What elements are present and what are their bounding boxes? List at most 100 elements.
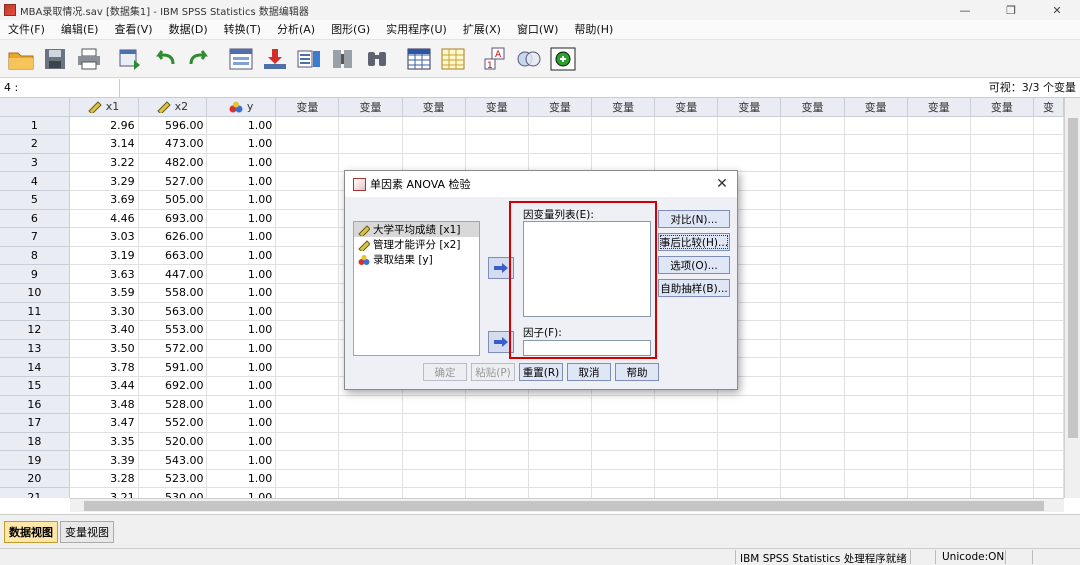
data-cell[interactable]: 482.00 <box>138 153 208 173</box>
empty-cell[interactable] <box>1034 414 1064 433</box>
data-cell[interactable]: 3.29 <box>69 172 139 191</box>
data-cell[interactable]: 3.63 <box>69 265 139 284</box>
row-number[interactable]: 19 <box>0 451 70 470</box>
row-number[interactable]: 21 <box>0 488 70 498</box>
empty-cell[interactable] <box>592 469 656 489</box>
empty-cell[interactable] <box>781 358 845 377</box>
empty-cell[interactable] <box>781 246 845 266</box>
empty-column-header[interactable]: 变量 <box>528 98 593 117</box>
empty-cell[interactable] <box>907 395 971 415</box>
row-number[interactable]: 9 <box>0 265 70 284</box>
empty-cell[interactable] <box>781 414 845 433</box>
empty-cell[interactable] <box>970 395 1034 415</box>
empty-cell[interactable] <box>1034 302 1064 322</box>
empty-cell[interactable] <box>844 414 908 433</box>
empty-cell[interactable] <box>655 395 719 415</box>
options-button[interactable]: 选项(O)... <box>658 256 730 274</box>
data-cell[interactable]: 553.00 <box>138 321 208 340</box>
empty-cell[interactable] <box>781 228 845 247</box>
data-cell[interactable]: 1.00 <box>207 116 277 136</box>
open-folder-icon[interactable] <box>6 44 36 74</box>
empty-cell[interactable] <box>781 302 845 322</box>
empty-cell[interactable] <box>1034 172 1064 191</box>
empty-cell[interactable] <box>1034 135 1064 154</box>
split-file-icon[interactable] <box>328 44 358 74</box>
data-cell[interactable]: 520.00 <box>138 432 208 452</box>
empty-cell[interactable] <box>592 135 656 154</box>
empty-cell[interactable] <box>1034 190 1064 210</box>
empty-cell[interactable] <box>655 469 719 489</box>
data-cell[interactable]: 528.00 <box>138 395 208 415</box>
empty-cell[interactable] <box>970 302 1034 322</box>
data-cell[interactable]: 626.00 <box>138 228 208 247</box>
empty-cell[interactable] <box>528 414 593 433</box>
data-cell[interactable]: 1.00 <box>207 209 277 229</box>
data-cell[interactable]: 563.00 <box>138 302 208 322</box>
variables-icon[interactable] <box>294 44 324 74</box>
empty-cell[interactable] <box>845 488 908 498</box>
data-cell[interactable]: 596.00 <box>138 116 208 136</box>
print-icon[interactable] <box>74 44 104 74</box>
insert-cases-icon[interactable] <box>404 44 434 74</box>
empty-cell[interactable] <box>276 190 340 210</box>
goto-variable-icon[interactable] <box>260 44 290 74</box>
empty-cell[interactable] <box>465 451 529 470</box>
row-number[interactable]: 18 <box>0 432 70 452</box>
empty-cell[interactable] <box>529 488 593 498</box>
empty-column-header[interactable]: 变量 <box>592 98 656 117</box>
scrollbar-thumb[interactable] <box>1068 118 1078 438</box>
empty-cell[interactable] <box>781 153 845 173</box>
data-cell[interactable]: 530.00 <box>139 488 208 498</box>
data-cell[interactable]: 3.47 <box>69 414 139 433</box>
menu-file[interactable]: 文件(F) <box>0 20 53 40</box>
empty-column-header[interactable]: 变量 <box>339 98 403 117</box>
empty-cell[interactable] <box>970 451 1034 470</box>
empty-cell[interactable] <box>907 265 971 284</box>
empty-cell[interactable] <box>907 414 971 433</box>
scrollbar-thumb[interactable] <box>84 501 1044 511</box>
list-item[interactable]: 大学平均成绩 [x1] <box>354 222 479 237</box>
empty-cell[interactable] <box>970 116 1034 136</box>
cancel-button[interactable]: 取消 <box>567 363 611 381</box>
data-cell[interactable]: 692.00 <box>138 376 208 396</box>
empty-cell[interactable] <box>718 451 782 470</box>
empty-cell[interactable] <box>402 414 466 433</box>
empty-cell[interactable] <box>1034 228 1064 247</box>
list-item[interactable]: 录取结果 [y] <box>354 252 479 267</box>
menu-graphs[interactable]: 图形(G) <box>323 20 378 40</box>
data-cell[interactable]: 447.00 <box>138 265 208 284</box>
data-cell[interactable]: 3.28 <box>69 469 139 489</box>
empty-column-header[interactable]: 变量 <box>655 98 719 117</box>
empty-cell[interactable] <box>276 172 340 191</box>
empty-cell[interactable] <box>844 116 908 136</box>
empty-cell[interactable] <box>781 172 845 191</box>
empty-cell[interactable] <box>276 135 340 154</box>
ok-button[interactable]: 确定 <box>423 363 467 381</box>
empty-cell[interactable] <box>528 135 593 154</box>
data-cell[interactable]: 3.22 <box>69 153 139 173</box>
empty-cell[interactable] <box>844 358 908 377</box>
empty-cell[interactable] <box>907 209 971 229</box>
reset-button[interactable]: 重置(R) <box>519 363 563 381</box>
empty-column-header[interactable]: 变量 <box>844 98 908 117</box>
menu-utilities[interactable]: 实用程序(U) <box>378 20 455 40</box>
empty-cell[interactable] <box>844 376 908 396</box>
empty-cell[interactable] <box>528 469 593 489</box>
row-number[interactable]: 7 <box>0 228 70 247</box>
empty-cell[interactable] <box>466 488 529 498</box>
empty-column-header[interactable]: 变量 <box>907 98 971 117</box>
row-number[interactable]: 8 <box>0 246 70 266</box>
tab-variable-view[interactable]: 变量视图 <box>60 520 114 543</box>
row-number[interactable]: 17 <box>0 414 70 433</box>
empty-cell[interactable] <box>528 116 593 136</box>
data-cell[interactable]: 1.00 <box>207 246 277 266</box>
empty-cell[interactable] <box>970 172 1034 191</box>
empty-cell[interactable] <box>528 395 593 415</box>
empty-cell[interactable] <box>718 395 782 415</box>
empty-cell[interactable] <box>276 116 340 136</box>
row-number[interactable]: 11 <box>0 302 70 322</box>
empty-cell[interactable] <box>402 135 466 154</box>
empty-cell[interactable] <box>718 488 782 498</box>
empty-cell[interactable] <box>970 339 1034 359</box>
empty-cell[interactable] <box>655 488 719 498</box>
